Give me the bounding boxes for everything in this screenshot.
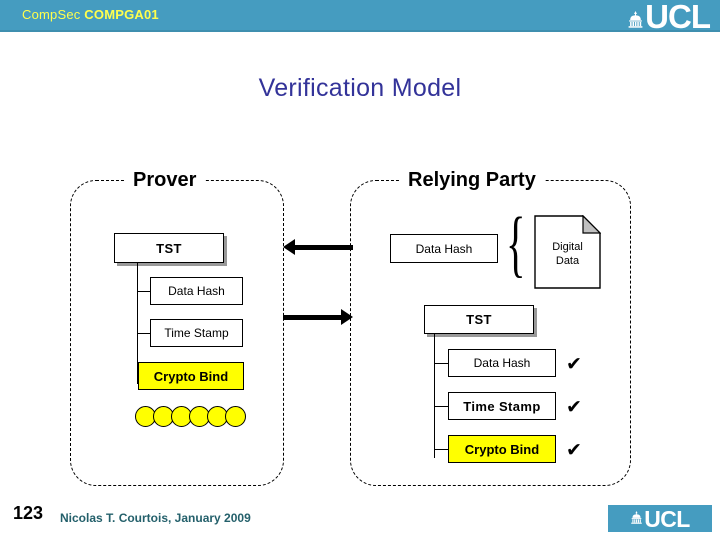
prover-crypto-bind-box[interactable]: Crypto Bind	[138, 362, 244, 390]
relying-tst-box[interactable]: TST	[424, 305, 534, 334]
header-bar: CompSec COMPGA01 UCL	[0, 0, 720, 35]
prover-tree-branch-1	[137, 291, 150, 292]
digital-data-document[interactable]: Digital Data	[534, 214, 602, 289]
relying-time-stamp-box[interactable]: Time Stamp	[448, 392, 556, 420]
relying-tree-branch-3	[434, 449, 448, 450]
ucl-wordmark: UCL	[644, 505, 690, 532]
relying-party-group-label: Relying Party	[399, 168, 545, 192]
arrow-to-prover-shaft	[295, 245, 353, 250]
page-title: Verification Model	[258, 74, 462, 102]
check-time-stamp-icon: ✔	[566, 396, 582, 418]
ucl-dome-icon	[631, 511, 643, 524]
relying-tree-branch-1	[434, 363, 448, 364]
prover-tree-branch-2	[137, 333, 150, 334]
check-crypto-bind-icon: ✔	[566, 439, 582, 461]
bead	[225, 406, 246, 427]
relying-tree-trunk	[434, 334, 435, 458]
course-label: CompSec COMPGA01	[22, 7, 159, 22]
check-data-hash-icon: ✔	[566, 353, 582, 375]
ucl-logo-footer: UCL	[608, 505, 712, 532]
ucl-dome-icon	[628, 11, 643, 28]
prover-tst-box[interactable]: TST	[114, 233, 224, 263]
ucl-wordmark: UCL	[645, 0, 711, 35]
ucl-logo-header: UCL	[627, 0, 711, 35]
relying-tree-branch-2	[434, 406, 448, 407]
prover-time-stamp-box[interactable]: Time Stamp	[150, 319, 243, 347]
prover-group-label: Prover	[124, 168, 206, 192]
prover-data-hash-box[interactable]: Data Hash	[150, 277, 243, 305]
slide-canvas: CompSec COMPGA01 UCL Verification Model …	[0, 0, 720, 540]
relying-data-hash-box[interactable]: Data Hash	[448, 349, 556, 377]
course-prefix: CompSec	[22, 7, 81, 22]
crypto-bead-chain	[135, 406, 246, 427]
footer-credit: Nicolas T. Courtois, January 2009	[60, 511, 251, 525]
arrow-to-prover-head	[283, 239, 295, 255]
brace-icon: {	[506, 203, 526, 285]
course-code: COMPGA01	[84, 7, 159, 22]
document-icon	[534, 214, 602, 289]
page-number: 123	[13, 503, 44, 523]
arrow-to-relying-shaft	[283, 315, 341, 320]
relying-crypto-bind-box[interactable]: Crypto Bind	[448, 435, 556, 463]
relying-received-data-hash-box[interactable]: Data Hash	[390, 234, 498, 263]
